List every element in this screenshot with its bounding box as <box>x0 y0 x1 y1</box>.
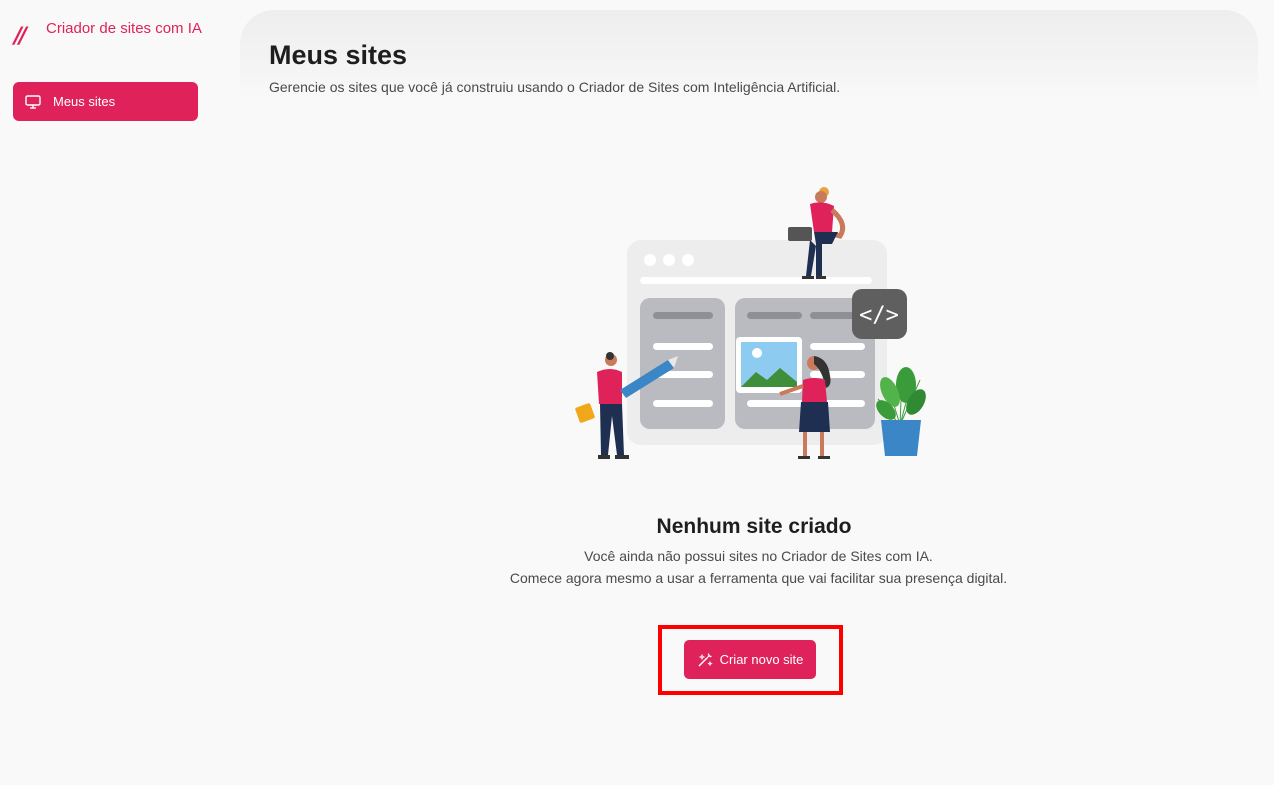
brand-logo[interactable]: // Criador de sites com IA <box>14 18 204 49</box>
page-title: Meus sites <box>269 40 408 70</box>
sidebar-item-meus-sites[interactable]: Meus sites <box>13 82 198 121</box>
empty-state-description-line-2: Comece agora mesmo a usar a ferramenta q… <box>509 570 1008 586</box>
website-builder-illustration: </> <box>575 187 926 459</box>
empty-state-title: Nenhum site criado <box>656 515 852 538</box>
sidebar-item-label: Meus sites <box>53 94 116 109</box>
empty-state-description-line-1: Você ainda não possui sites no Criador d… <box>584 548 933 564</box>
magic-wand-icon <box>698 653 713 667</box>
brand-name: Criador de sites com IA <box>46 20 202 37</box>
monitor-icon <box>25 94 41 109</box>
brand-mark: // <box>14 24 27 49</box>
sidebar: // Criador de sites com IA Meus sites <box>0 0 212 785</box>
svg-text:</>: </> <box>859 303 899 328</box>
create-new-site-label: Criar novo site <box>719 652 804 667</box>
create-new-site-button[interactable]: Criar novo site <box>684 640 816 679</box>
page-subtitle: Gerencie os sites que você já construiu … <box>269 79 841 95</box>
